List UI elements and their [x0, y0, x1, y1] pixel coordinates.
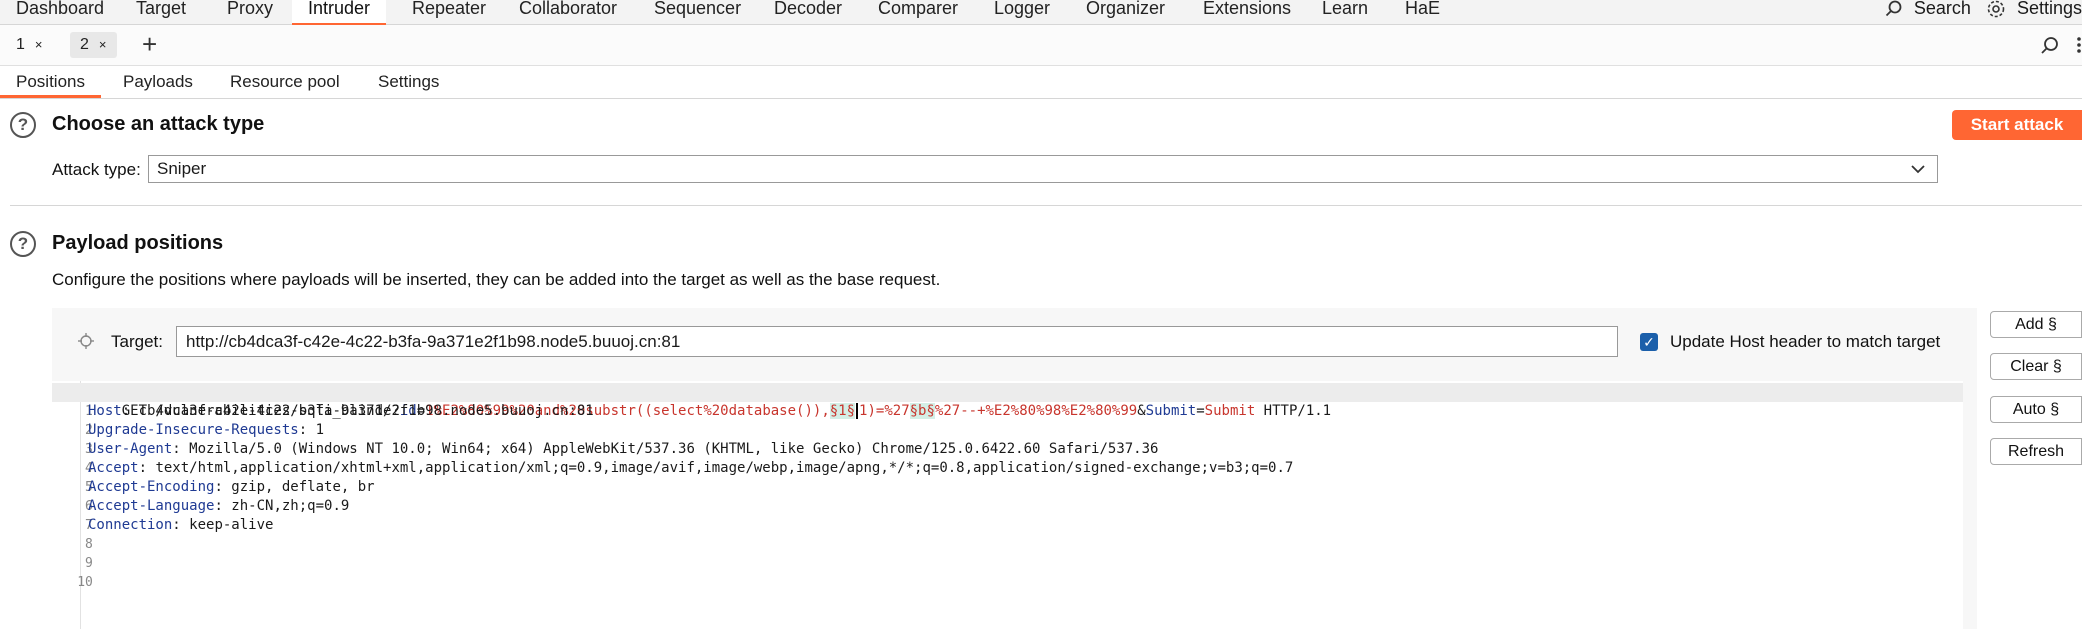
tab-resource-pool[interactable]: Resource pool	[214, 70, 356, 95]
header-line[interactable]: 3 Upgrade-Insecure-Requests: 1	[52, 421, 1963, 457]
tab-settings[interactable]: Settings	[362, 70, 455, 95]
start-attack-button[interactable]: Start attack	[1952, 110, 2082, 140]
header-line[interactable]: 2 Host: cb4dca3f-c42e-4c22-b3fa-9a371e2f…	[52, 402, 1963, 438]
tab-extensions[interactable]: Extensions	[1187, 0, 1307, 23]
header-value: zh-CN,zh;q=0.9	[222, 498, 350, 514]
close-icon[interactable]: ×	[99, 37, 107, 52]
target-url-input[interactable]: http://cb4dca3f-c42e-4c22-b3fa-9a371e2f1…	[176, 326, 1618, 357]
header-colon: :	[172, 517, 181, 533]
tab-comparer[interactable]: Comparer	[862, 0, 974, 23]
tab-sequencer[interactable]: Sequencer	[638, 0, 757, 23]
header-line[interactable]: 5 Accept: text/html,application/xhtml+xm…	[52, 459, 1963, 495]
add-marker-button[interactable]: Add §	[1990, 311, 2082, 338]
section-divider	[10, 205, 2082, 206]
line-number: 10	[77, 575, 93, 590]
attack-type-title: Choose an attack type	[52, 113, 265, 135]
header-value: Mozilla/5.0 (Windows NT 10.0; Win64; x64…	[180, 441, 1159, 457]
chevron-down-icon	[1911, 165, 1925, 174]
header-value: keep-alive	[180, 517, 274, 533]
empty-line[interactable]: 10	[52, 554, 1963, 590]
help-icon[interactable]: ?	[10, 112, 36, 138]
header-line[interactable]: 7 Accept-Language: zh-CN,zh;q=0.9	[52, 497, 1963, 533]
tab-organizer[interactable]: Organizer	[1070, 0, 1181, 23]
tab-repeater[interactable]: Repeater	[396, 0, 502, 23]
header-name: Accept	[88, 460, 139, 476]
gear-icon	[1987, 0, 2005, 18]
header-colon: :	[298, 422, 308, 438]
instance-tab-1[interactable]: 1 ×	[6, 32, 53, 58]
attack-type-select[interactable]: Sniper	[148, 155, 1938, 183]
search-button[interactable]: Search	[1885, 0, 1976, 18]
tab-proxy[interactable]: Proxy	[211, 0, 289, 23]
header-name: User-Agent	[88, 441, 173, 457]
attack-type-value: Sniper	[157, 159, 207, 178]
intruder-instance-tabs: 1 × 2 × +	[0, 25, 2082, 66]
header-colon: :	[138, 460, 148, 476]
help-icon[interactable]: ?	[10, 231, 36, 257]
auto-markers-button[interactable]: Auto §	[1990, 396, 2082, 423]
search-label: Search	[1913, 0, 1971, 18]
header-colon: :	[214, 479, 223, 495]
tab-intruder[interactable]: Intruder	[292, 0, 387, 26]
refresh-button[interactable]: Refresh	[1990, 438, 2082, 465]
tab-target[interactable]: Target	[120, 0, 202, 23]
crosshair-icon	[78, 333, 94, 349]
header-name: Upgrade-Insecure-Requests	[88, 422, 299, 438]
header-line[interactable]: 4 User-Agent: Mozilla/5.0 (Windows NT 10…	[52, 440, 1963, 476]
add-tab-button[interactable]: +	[142, 31, 157, 57]
update-host-checkbox[interactable]: ✓	[1640, 333, 1658, 351]
payload-positions-description: Configure the positions where payloads w…	[52, 270, 941, 289]
header-colon: :	[214, 498, 223, 514]
close-icon[interactable]: ×	[35, 37, 43, 52]
attack-type-label: Attack type:	[52, 160, 141, 179]
clear-markers-button[interactable]: Clear §	[1990, 353, 2082, 380]
header-line[interactable]: 6 Accept-Encoding: gzip, deflate, br	[52, 478, 1963, 514]
tab-collaborator[interactable]: Collaborator	[503, 0, 633, 23]
header-colon: :	[121, 403, 131, 419]
intruder-sub-tabs: Positions Payloads Resource pool Setting…	[0, 66, 2082, 99]
tab-positions[interactable]: Positions	[0, 70, 101, 98]
instance-tab-label: 2	[80, 36, 89, 53]
search-icon	[1885, 0, 1902, 17]
payload-positions-title: Payload positions	[52, 232, 224, 254]
tab-learn[interactable]: Learn	[1306, 0, 1384, 23]
empty-line[interactable]: 9	[52, 535, 1963, 571]
header-value: cb4dca3f-c42e-4c22-b3fa-9a371e2f1b98.nod…	[130, 403, 594, 419]
header-name: Accept-Encoding	[88, 479, 215, 495]
header-name: Accept-Language	[88, 498, 215, 514]
more-options-icon[interactable]	[2076, 35, 2082, 55]
header-value: gzip, deflate, br	[222, 479, 375, 495]
instance-tab-label: 1	[16, 36, 25, 53]
header-name: Connection	[88, 517, 173, 533]
header-value: text/html,application/xhtml+xml,applicat…	[147, 460, 1294, 476]
header-value: 1	[307, 422, 325, 438]
tab-hae[interactable]: HaE	[1389, 0, 1456, 23]
search-icon[interactable]	[2040, 36, 2060, 56]
settings-button[interactable]: Settings	[1986, 0, 2082, 18]
header-line[interactable]: 8 Connection: keep-alive	[52, 516, 1963, 552]
settings-label: Settings	[2016, 0, 2082, 18]
header-colon: :	[172, 441, 181, 457]
header-name: Host	[88, 403, 122, 419]
target-label: Target:	[111, 332, 163, 351]
top-nav-bar: Dashboard Target Proxy Intruder Repeater…	[0, 0, 2082, 26]
tab-logger[interactable]: Logger	[978, 0, 1066, 23]
tab-dashboard[interactable]: Dashboard	[0, 0, 120, 23]
tab-decoder[interactable]: Decoder	[758, 0, 858, 23]
tab-payloads[interactable]: Payloads	[107, 70, 209, 95]
update-host-label: Update Host header to match target	[1670, 332, 1941, 351]
instance-tab-2[interactable]: 2 ×	[70, 32, 117, 58]
top-right-tools: Search Settings	[1879, 0, 2082, 23]
request-line[interactable]: 1 GET /vulnerabilities/sqli_blind/?id=1%…	[52, 383, 1963, 419]
